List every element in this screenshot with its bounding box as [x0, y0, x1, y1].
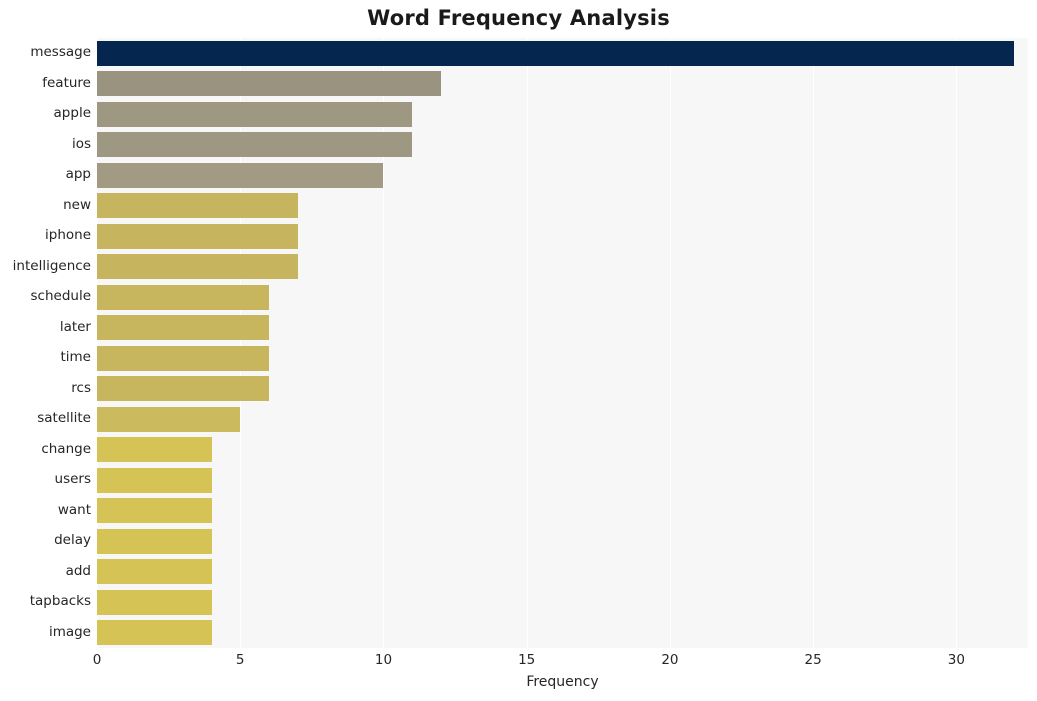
- bar: [97, 101, 413, 127]
- bar-row: [97, 406, 1028, 432]
- bar: [97, 162, 384, 188]
- y-axis-tick-label: rcs: [71, 379, 91, 396]
- y-axis-tick-label: intelligence: [12, 257, 91, 274]
- chart-figure: Word Frequency Analysis message feature ap…: [0, 0, 1037, 701]
- bar-row: [97, 620, 1028, 646]
- bar-row: [97, 223, 1028, 249]
- y-axis-tick-label: new: [63, 196, 91, 213]
- bar-row: [97, 101, 1028, 127]
- bar-row: [97, 71, 1028, 97]
- bar-row: [97, 589, 1028, 615]
- x-axis-tick-labels: 0 5 10 15 20 25 30: [93, 648, 1028, 670]
- y-axis-tick-label: message: [30, 44, 91, 61]
- bar: [97, 254, 298, 280]
- y-axis-tick-label: satellite: [37, 410, 91, 427]
- bar: [97, 376, 269, 402]
- bar-row: [97, 132, 1028, 158]
- bar: [97, 437, 212, 463]
- bar-row: [97, 498, 1028, 524]
- y-axis-tick-label: apple: [53, 105, 91, 122]
- y-axis-tick-label: delay: [54, 532, 91, 549]
- bar-row: [97, 40, 1028, 66]
- bar: [97, 40, 1014, 66]
- bar: [97, 345, 269, 371]
- bar: [97, 284, 269, 310]
- bar-row: [97, 559, 1028, 585]
- plot-area: [97, 38, 1028, 648]
- y-axis-tick-label: want: [57, 501, 91, 518]
- bar: [97, 559, 212, 585]
- x-axis-tick-label: 15: [518, 652, 536, 668]
- y-axis-tick-label: iphone: [45, 227, 91, 244]
- y-axis-tick-label: image: [48, 623, 91, 640]
- bar: [97, 589, 212, 615]
- y-axis-tick-label: ios: [71, 135, 91, 152]
- y-axis-tick-labels: message feature apple ios app new iphone intell…: [0, 38, 91, 648]
- x-axis-tick-label: 0: [92, 652, 102, 668]
- y-axis-tick-label: app: [65, 166, 91, 183]
- x-axis-tick-label: 10: [374, 652, 393, 668]
- bar: [97, 620, 212, 646]
- y-axis-tick-label: schedule: [30, 288, 92, 305]
- bar: [97, 406, 241, 432]
- y-axis-tick-label: later: [59, 318, 91, 335]
- bar: [97, 193, 298, 219]
- bar-row: [97, 193, 1028, 219]
- bar: [97, 467, 212, 493]
- x-axis-tick-label: 5: [235, 652, 245, 668]
- y-axis-tick-label: feature: [42, 74, 91, 91]
- x-axis-title: Frequency: [526, 674, 599, 690]
- y-axis-tick-label: add: [65, 562, 91, 579]
- y-axis-tick-label: change: [41, 440, 91, 457]
- bar: [97, 132, 413, 158]
- bar-row: [97, 162, 1028, 188]
- bar-series: [97, 38, 1028, 648]
- bar-row: [97, 376, 1028, 402]
- bar-row: [97, 284, 1028, 310]
- chart-title: Word Frequency Analysis: [367, 6, 670, 30]
- bar: [97, 528, 212, 554]
- x-axis-tick-label: 20: [661, 652, 679, 668]
- bar-row: [97, 254, 1028, 280]
- bar-row: [97, 467, 1028, 493]
- x-axis-tick-label: 25: [804, 652, 822, 668]
- y-axis-tick-label: users: [54, 471, 91, 488]
- bar-row: [97, 345, 1028, 371]
- bar: [97, 223, 298, 249]
- bar: [97, 71, 441, 97]
- bar-row: [97, 315, 1028, 341]
- y-axis-tick-label: tapbacks: [29, 593, 91, 610]
- bar-row: [97, 437, 1028, 463]
- bar-row: [97, 528, 1028, 554]
- bar: [97, 315, 269, 341]
- x-axis-tick-label: 30: [947, 652, 965, 668]
- y-axis-tick-label: time: [60, 349, 91, 366]
- bar: [97, 498, 212, 524]
